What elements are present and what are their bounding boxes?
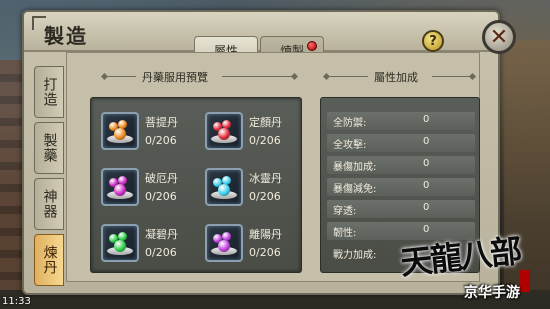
status-clock: 11:33 <box>2 296 31 307</box>
pill-item[interactable]: 菩提丹 0/206 <box>97 106 197 156</box>
window-title: 製造 <box>44 24 88 48</box>
ornament-line <box>108 76 136 77</box>
preview-title: 丹藥服用預覽 <box>142 71 208 84</box>
side-tab-alchemy[interactable]: 煉丹 <box>34 234 64 286</box>
attr-label: 全防禦: <box>333 118 367 129</box>
attr-value: 0 <box>423 224 430 235</box>
magenta-pill-icon <box>101 168 139 206</box>
orange-pill-icon <box>101 112 139 150</box>
close-button[interactable]: ✕ <box>482 20 516 54</box>
alert-dot-icon <box>307 41 317 51</box>
ornament-line <box>432 76 470 77</box>
pill-preview-grid: 菩提丹 0/206 定顏丹 0/206 破厄丹 0/206 冰靈丹 0/206 <box>90 97 302 273</box>
pill-name: 冰靈丹 <box>249 172 282 185</box>
attr-value: 0 <box>423 114 430 125</box>
green-pill-icon <box>101 224 139 262</box>
side-tab-artifact[interactable]: 神器 <box>34 178 64 230</box>
attr-label: 全攻擊: <box>333 140 367 151</box>
pill-count: 0/206 <box>249 134 281 147</box>
pill-count: 0/206 <box>145 246 177 259</box>
attr-row: 暴傷加成: 0 <box>327 156 475 174</box>
side-tab-forge[interactable]: 打造 <box>34 66 64 118</box>
side-tab-label: 神器 <box>41 189 58 219</box>
help-button[interactable]: ? <box>422 30 444 52</box>
logo-seal <box>520 270 530 292</box>
attr-row: 穿透: 0 <box>327 200 475 218</box>
close-icon: ✕ <box>489 24 509 50</box>
attr-label: 穿透: <box>333 206 357 217</box>
cyan-pill-icon <box>205 168 243 206</box>
pill-name: 離陽丹 <box>249 228 282 241</box>
pill-name: 破厄丹 <box>145 172 178 185</box>
pill-name: 定顏丹 <box>249 116 282 129</box>
attributes-title: 屬性加成 <box>374 71 418 84</box>
attr-row: 全防禦: 0 <box>327 112 475 130</box>
red-pill-icon <box>205 112 243 150</box>
ornament-line <box>330 76 368 77</box>
attr-value: 0 <box>423 136 430 147</box>
pill-count: 0/206 <box>249 190 281 203</box>
pill-item[interactable]: 冰靈丹 0/206 <box>201 162 301 212</box>
pill-item[interactable]: 破厄丹 0/206 <box>97 162 197 212</box>
attr-label: 暴傷加成: <box>333 162 377 173</box>
question-icon: ? <box>429 33 437 49</box>
side-tab-label: 製藥 <box>41 133 58 163</box>
attr-value: 0 <box>423 180 430 191</box>
site-watermark: 京华手游 <box>464 285 520 301</box>
attr-row: 暴傷減免: 0 <box>327 178 475 196</box>
side-tab-label: 煉丹 <box>41 245 58 275</box>
pill-item[interactable]: 離陽丹 0/206 <box>201 218 301 268</box>
purple-pill-icon <box>205 224 243 262</box>
pill-name: 凝碧丹 <box>145 228 178 241</box>
side-tab-medicine[interactable]: 製藥 <box>34 122 64 174</box>
attr-value: 0 <box>423 158 430 169</box>
attr-label: 戰力加成: <box>333 250 377 261</box>
pill-item[interactable]: 定顏丹 0/206 <box>201 106 301 156</box>
pill-count: 0/206 <box>249 246 281 259</box>
attr-label: 韌性: <box>333 228 357 239</box>
attr-label: 暴傷減免: <box>333 184 377 195</box>
pill-name: 菩提丹 <box>145 116 178 129</box>
pill-item[interactable]: 凝碧丹 0/206 <box>97 218 197 268</box>
pill-count: 0/206 <box>145 190 177 203</box>
side-tab-label: 打造 <box>41 77 58 107</box>
pill-count: 0/206 <box>145 134 177 147</box>
attr-row: 全攻擊: 0 <box>327 134 475 152</box>
attr-value: 0 <box>423 202 430 213</box>
ornament-line <box>222 76 292 77</box>
